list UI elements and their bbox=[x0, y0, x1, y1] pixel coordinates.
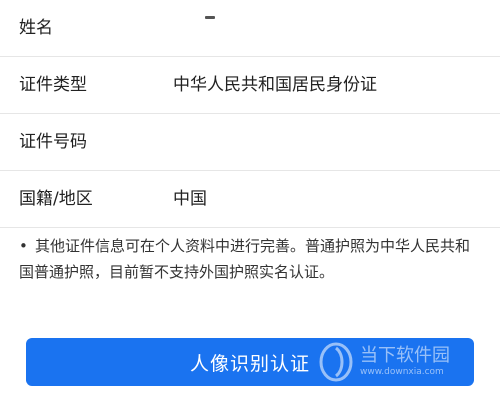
watermark: 当下软件园 www.downxia.com bbox=[318, 340, 450, 384]
id-type-label: 证件类型 bbox=[19, 75, 87, 95]
nationality-value: 中国 bbox=[173, 189, 207, 209]
face-recognition-button-label: 人像识别认证 bbox=[189, 352, 310, 375]
masked-name-mark bbox=[205, 16, 215, 19]
id-type-value: 中华人民共和国居民身份证 bbox=[173, 75, 377, 95]
row-nationality[interactable]: 国籍/地区 中国 bbox=[0, 171, 500, 228]
name-label: 姓名 bbox=[19, 18, 53, 38]
identity-form: 姓名 证件类型 中华人民共和国居民身份证 证件号码 国籍/地区 中国 bbox=[0, 0, 500, 228]
row-id-type[interactable]: 证件类型 中华人民共和国居民身份证 bbox=[0, 57, 500, 114]
nationality-label: 国籍/地区 bbox=[19, 189, 93, 209]
watermark-text: 当下软件园 www.downxia.com bbox=[360, 346, 450, 378]
notice-bullet: • bbox=[19, 237, 28, 255]
watermark-url: www.downxia.com bbox=[360, 367, 444, 377]
notice-text: 其他证件信息可在个人资料中进行完善。普通护照为中华人民共和国普通护照，目前暂不支… bbox=[19, 237, 471, 281]
watermark-logo-icon bbox=[319, 342, 353, 382]
row-name[interactable]: 姓名 bbox=[0, 0, 500, 57]
notice-text-block: • 其他证件信息可在个人资料中进行完善。普通护照为中华人民共和国普通护照，目前暂不… bbox=[19, 233, 479, 285]
id-number-label: 证件号码 bbox=[19, 132, 87, 152]
row-id-number[interactable]: 证件号码 bbox=[0, 114, 500, 171]
watermark-brand: 当下软件园 bbox=[360, 345, 450, 366]
